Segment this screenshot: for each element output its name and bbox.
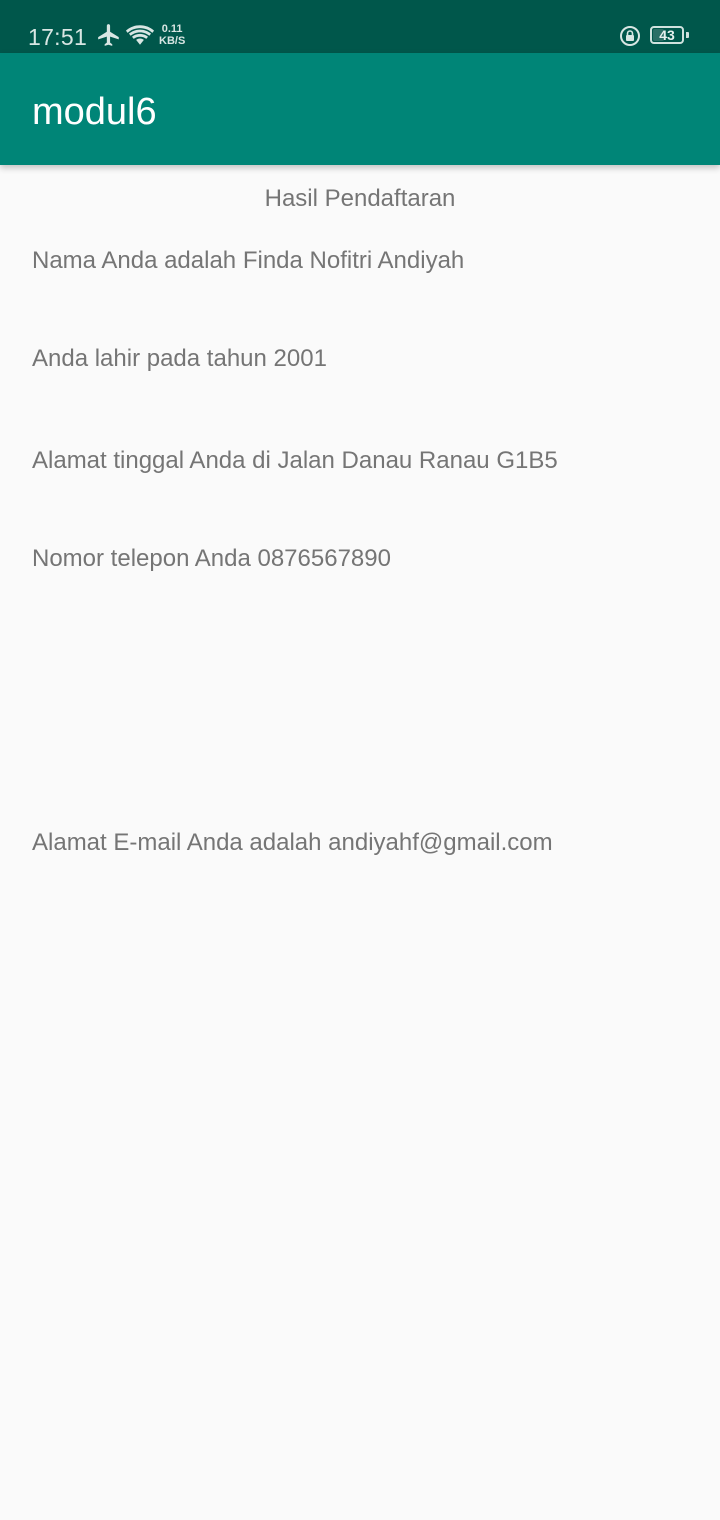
birth-year-text: Anda lahir pada tahun 2001 — [32, 345, 327, 372]
address-text: Alamat tinggal Anda di Jalan Danau Ranau… — [32, 447, 558, 474]
rotation-lock-icon — [619, 25, 641, 52]
wifi-icon — [125, 22, 155, 53]
battery-level: 43 — [659, 27, 675, 43]
battery-icon: 43 — [650, 26, 684, 44]
name-text: Nama Anda adalah Finda Nofitri Andiyah — [32, 247, 465, 274]
result-title: Hasil Pendaftaran — [264, 185, 456, 212]
app-bar: modul6 — [0, 53, 720, 165]
network-speed: 0.11 KB/S — [159, 23, 185, 47]
airplane-icon — [96, 22, 122, 53]
phone-text: Nomor telepon Anda 0876567890 — [32, 545, 391, 572]
battery-tip — [686, 32, 689, 38]
app-title: modul6 — [32, 91, 157, 133]
network-speed-unit: KB/S — [159, 35, 186, 47]
status-bar: 17:51 0.11 KB/S 43 — [0, 0, 720, 53]
status-time: 17:51 — [28, 24, 88, 50]
network-speed-value: 0.11 — [161, 23, 183, 35]
email-text: Alamat E-mail Anda adalah andiyahf@gmail… — [32, 829, 553, 856]
